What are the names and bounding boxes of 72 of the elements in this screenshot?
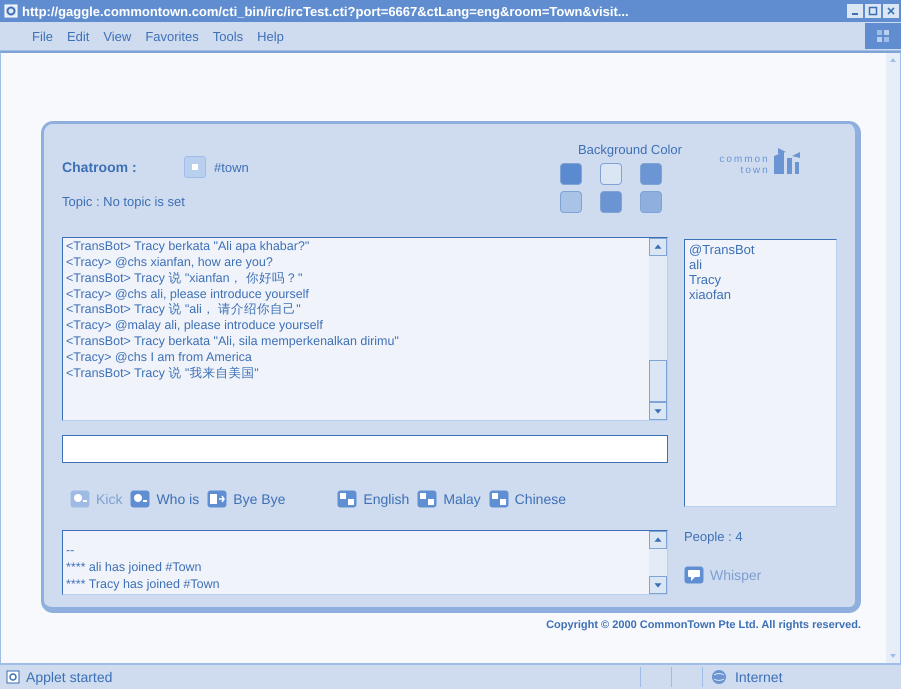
translate-icon [417, 490, 438, 508]
chat-message: <Tracy> @chs ali, please introduce yourself [66, 286, 310, 302]
message-input[interactable] [62, 435, 668, 463]
chat-message: <TransBot> Tracy 说 "ali， 请介绍你自己" [66, 302, 302, 318]
user-item[interactable]: xiaofan [689, 287, 832, 302]
translate-icon [488, 490, 509, 508]
scroll-up-icon[interactable] [649, 531, 667, 550]
logo-text: town [740, 165, 770, 176]
buildings-icon [772, 148, 802, 174]
scroll-thumb[interactable] [649, 360, 667, 402]
maximize-button[interactable] [865, 4, 881, 18]
system-message: -- [66, 542, 76, 559]
system-message: **** Tracy has joined #Town [66, 576, 221, 593]
translate-icon [337, 490, 358, 508]
chat-message: <TransBot> Tracy berkata "Ali, sila memperkenalkan dirimu" [66, 334, 400, 350]
page-icon [4, 4, 18, 18]
zone-text: Internet [735, 669, 782, 685]
room-name: #town [214, 160, 249, 174]
user-icon [130, 490, 150, 508]
chat-message: <Tracy> @malay ali, please introduce yourself [66, 318, 324, 334]
scroll-up-icon[interactable] [649, 238, 667, 256]
user-item[interactable]: ali [689, 257, 832, 272]
topic-text: Topic : No topic is set [62, 194, 186, 209]
action-button[interactable]: Who is [130, 490, 200, 508]
people-count: People : 4 [684, 529, 744, 544]
logo-text: common [719, 154, 770, 165]
color-swatch[interactable] [560, 163, 582, 185]
chat-message: <TransBot> Tracy 说 "我来自美国" [66, 366, 260, 382]
scrollbar[interactable] [649, 531, 667, 594]
page-icon [6, 670, 20, 684]
color-swatch[interactable] [600, 191, 622, 213]
color-swatch[interactable] [640, 191, 662, 213]
scroll-down-icon[interactable] [649, 402, 667, 420]
menu-item[interactable]: File [26, 26, 59, 46]
menu-item[interactable]: Help [251, 26, 290, 46]
scrollbar[interactable] [649, 238, 667, 420]
chat-message: <Tracy> @chs xianfan, how are you? [66, 255, 274, 271]
user-item[interactable]: Tracy [689, 272, 832, 287]
page-scrollbar[interactable] [886, 53, 900, 663]
chat-message: <Tracy> @chs I am from America [66, 350, 253, 366]
globe-icon [711, 669, 727, 685]
color-swatch[interactable] [640, 163, 662, 185]
chat-message: <TransBot> Tracy berkata "Ali apa khabar?" [66, 239, 310, 256]
status-text: Applet started [26, 669, 112, 685]
menu-item[interactable]: Edit [60, 26, 96, 46]
chat-message: <TransBot> Tracy 说 "xianfan， 你好吗？" [66, 270, 304, 287]
scroll-down-icon[interactable] [649, 576, 667, 594]
color-swatch[interactable] [560, 191, 582, 213]
action-button[interactable]: Chinese [488, 490, 566, 508]
window-title: http://gaggle.commontown.com/cti_bin/irc/ircTest.cti?port=6667&ctLang=eng&room=Town&visit... [22, 4, 630, 18]
speech-bubble-icon [684, 566, 704, 584]
menu-item[interactable]: Tools [206, 26, 250, 46]
minimize-icon [852, 13, 858, 15]
room-button[interactable] [184, 156, 206, 178]
action-button[interactable]: Malay [417, 490, 481, 508]
close-button[interactable] [883, 4, 899, 18]
action-button[interactable]: Bye Bye [207, 490, 286, 508]
maximize-icon [868, 6, 878, 16]
exit-icon [207, 490, 228, 508]
color-swatch[interactable] [600, 163, 622, 185]
chatroom-label: Chatroom : [62, 159, 138, 175]
close-icon [886, 6, 896, 16]
menu-item[interactable]: View [97, 26, 138, 46]
background-color-label: Background Color [578, 142, 682, 157]
square-icon [190, 162, 200, 172]
user-icon [70, 490, 90, 508]
system-message: **** ali has joined #Town [66, 559, 203, 576]
minimize-button[interactable] [847, 4, 863, 18]
user-item[interactable]: @TransBot [689, 242, 832, 257]
menu-item[interactable]: Favorites [139, 26, 205, 46]
copyright-text: Copyright © 2000 CommonTown Pte Ltd. All rights reserved. [545, 619, 861, 631]
action-button[interactable]: English [337, 490, 410, 508]
